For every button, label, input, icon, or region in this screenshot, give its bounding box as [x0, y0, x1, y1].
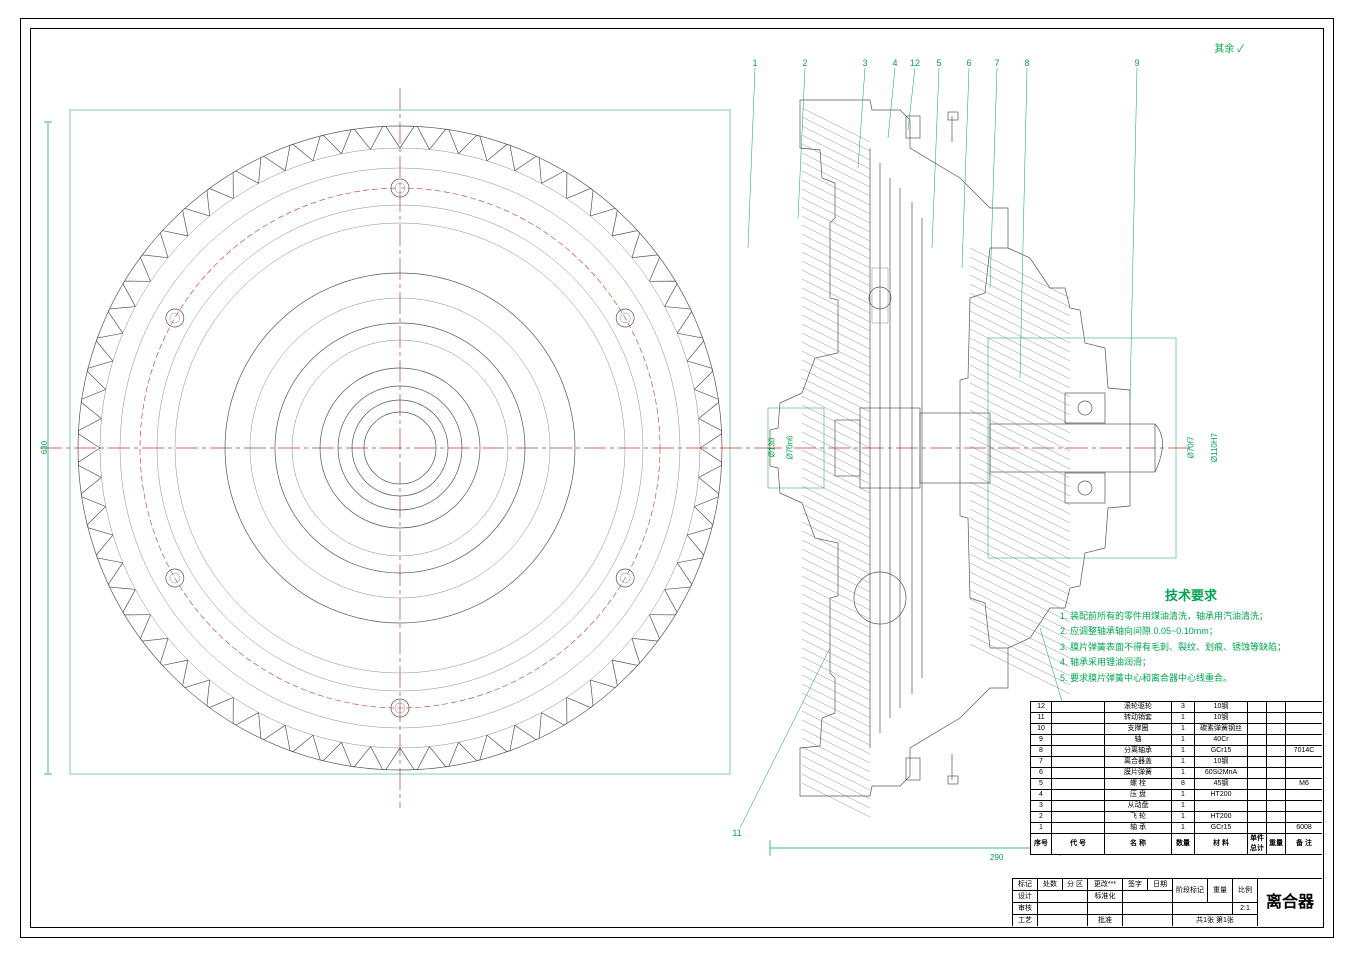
dim-shaft-top: Ø130	[767, 438, 776, 458]
tb-weight: 重量	[1208, 879, 1233, 903]
leader-9: 9	[1130, 58, 1144, 68]
table-row: 11转动销套110钢	[1031, 713, 1323, 724]
bom-h-std: 单件总计	[1248, 834, 1267, 855]
tb-r1-4: 签字	[1123, 879, 1148, 891]
leader-7: 7	[990, 58, 1004, 68]
tb-r1-5: 日期	[1148, 879, 1173, 891]
bom-h-note: 备 注	[1286, 834, 1323, 855]
tb-r2-1	[1038, 891, 1088, 903]
bom-table: 12滚轮驱轮310钢11转动销套110钢10支撑圈1碳素弹簧钢丝9轴140Cr8…	[1030, 701, 1322, 855]
tb-r3-0: 审核	[1013, 903, 1038, 915]
tb-stage: 阶段标记	[1173, 879, 1208, 903]
tech-line-3: 3. 膜片弹簧表面不得有毛刺、裂纹、划痕、锈蚀等缺陷；	[1060, 641, 1322, 655]
tech-line-4: 4. 轴承采用锂油润滑；	[1060, 656, 1322, 670]
tech-line-1: 1. 装配前所有的零件用煤油清洗，轴承用汽油清洗；	[1060, 610, 1322, 624]
dim-shaft-r1: Ø70f7	[1186, 437, 1195, 459]
dim-shaft-r2: Ø110H7	[1210, 433, 1219, 462]
tb-sheet-info: 共1张 第1张	[1173, 915, 1258, 927]
table-row: 3从动盘1	[1031, 801, 1323, 812]
tb-scale-v: 2:1	[1233, 903, 1258, 915]
leader-11: 11	[730, 828, 744, 838]
tb-r4-0: 工艺	[1013, 915, 1038, 927]
table-row: 8分离轴承1GCr157014C	[1031, 746, 1323, 757]
tb-r2-3: 标准化	[1088, 891, 1123, 903]
leader-5: 5	[932, 58, 946, 68]
leader-1: 1	[748, 58, 762, 68]
tb-r1-2: 分 区	[1063, 879, 1088, 891]
tb-r2-4	[1123, 891, 1173, 903]
bom-h-name: 名 称	[1105, 834, 1172, 855]
dim-section-width: 290	[990, 853, 1003, 862]
bom-h-mat: 材 料	[1195, 834, 1248, 855]
table-row: 10支撑圈1碳素弹簧钢丝	[1031, 724, 1323, 735]
title-block: 标记 处数 分 区 更改*** 签字 日期 阶段标记 重量 比例 离合器 设计 …	[1012, 878, 1322, 926]
tb-r1-0: 标记	[1013, 879, 1038, 891]
tb-scale-h: 比例	[1233, 879, 1258, 903]
bom-h-code: 代 号	[1052, 834, 1105, 855]
leader-6: 6	[962, 58, 976, 68]
bom-header-row: 序号 代 号 名 称 数量 材 料 单件总计 重量 备 注	[1031, 834, 1323, 855]
table-row: 5螺 栓845钢M6	[1031, 779, 1323, 790]
bom-h-wt: 重量	[1267, 834, 1286, 855]
tb-r4-2: 批准	[1088, 915, 1123, 927]
tech-line-5: 5. 要求膜片弹簧中心和离合器中心线重合。	[1060, 672, 1322, 686]
table-row: 7离合器盖110钢	[1031, 757, 1323, 768]
tech-title: 技术要求	[1060, 586, 1322, 606]
leader-4: 4	[888, 58, 902, 68]
table-row: 12滚轮驱轮310钢	[1031, 702, 1323, 713]
table-row: 9轴140Cr	[1031, 735, 1323, 746]
leader-12: 12	[908, 58, 922, 68]
leader-8: 8	[1020, 58, 1034, 68]
tb-r2-0: 设计	[1013, 891, 1038, 903]
tb-r1-1: 处数	[1038, 879, 1063, 891]
table-row: 1轴 承1GCr156008	[1031, 823, 1323, 834]
drawing-canvas: 其余 ✓	[30, 28, 1322, 926]
leader-2: 2	[798, 58, 812, 68]
leader-3: 3	[858, 58, 872, 68]
tech-line-2: 2. 应调整轴承轴向间隙 0.05~0.10mm；	[1060, 625, 1322, 639]
table-row: 4压 盘1HT200	[1031, 790, 1323, 801]
technical-requirements: 技术要求 1. 装配前所有的零件用煤油清洗，轴承用汽油清洗； 2. 应调整轴承轴…	[1060, 586, 1322, 687]
bom-h-no: 序号	[1031, 834, 1052, 855]
drawing-sheet: 其余 ✓	[0, 0, 1354, 957]
tb-row-marks: 标记 处数 分 区 更改*** 签字 日期 阶段标记 重量 比例 离合器	[1013, 879, 1323, 891]
bom-h-qty: 数量	[1172, 834, 1195, 855]
table-row: 2飞 轮1HT200	[1031, 812, 1323, 823]
drawing-title: 离合器	[1258, 879, 1323, 927]
dim-shaft-left: Ø70n6	[786, 435, 795, 459]
table-row: 6膜片弹簧160Si2MnA	[1031, 768, 1323, 779]
tb-r1-3: 更改***	[1088, 879, 1123, 891]
